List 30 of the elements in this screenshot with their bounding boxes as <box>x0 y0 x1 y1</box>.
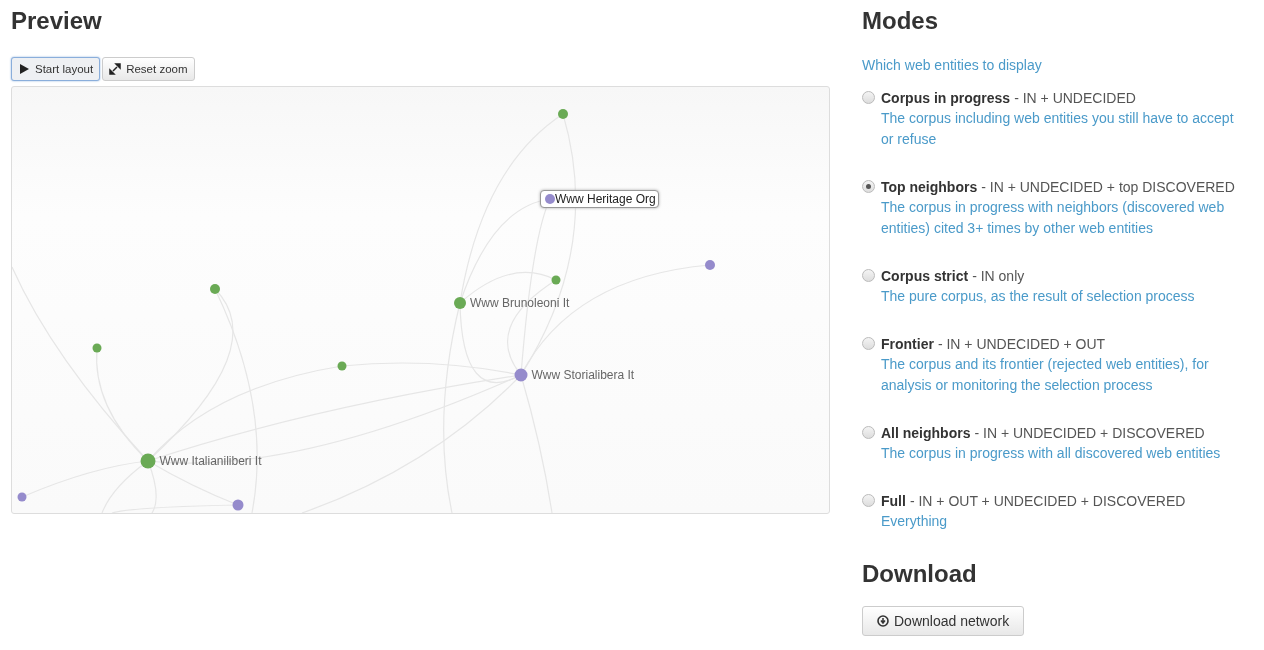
mode-formula: - IN + UNDECIDED + OUT <box>937 336 1106 352</box>
section-heading: Modes <box>862 6 939 36</box>
mode-name: Corpus strict <box>881 268 969 284</box>
node-label: Www Brunoleoni It <box>470 296 570 310</box>
mode-description: The corpus and its frontier (rejected web entities), for analysis or monitoring the selection process <box>881 355 1210 395</box>
download-button[interactable]: Download network <box>862 606 1025 636</box>
mode-description: The corpus in progress with neighbors (discovered web entities) cited 3+ times by other web entities <box>881 198 1226 238</box>
node-label: Www Italianiliberi It <box>159 454 262 468</box>
mode-formula: - IN + UNDECIDED <box>1014 90 1136 106</box>
node-label: Www Storialibera It <box>531 368 635 382</box>
section-heading: Download <box>862 559 978 589</box>
mode-description: The pure corpus, as the result of selection process <box>881 287 1195 306</box>
mode-formula: - IN + UNDECIDED + DISCOVERED <box>974 425 1205 441</box>
mode-name: Corpus in progress <box>881 90 1011 106</box>
mode-name: Full <box>881 493 906 509</box>
toolbar-button[interactable]: Start layout <box>11 57 101 81</box>
mode-name: All neighbors <box>881 425 971 441</box>
mode-description: The corpus in progress with all discovered web entities <box>881 444 1221 463</box>
mode-name: Top neighbors <box>881 179 978 195</box>
section-heading: Preview <box>11 6 103 36</box>
mode-formula: - IN + OUT + UNDECIDED + DISCOVERED <box>909 493 1186 509</box>
node-label: Www Heritage Org <box>540 190 659 208</box>
mode-name: Frontier <box>881 336 934 352</box>
section-subtitle: Which web entities to display <box>862 57 1043 73</box>
mode-formula: - IN only <box>972 268 1025 284</box>
toolbar-button[interactable]: Reset zoom <box>102 57 195 81</box>
mode-description: The corpus including web entities you still have to accept or refuse <box>881 109 1235 149</box>
mode-formula: - IN + UNDECIDED + top DISCOVERED <box>981 179 1235 195</box>
mode-description: Everything <box>881 512 949 531</box>
graph-canvas[interactable]: Www Heritage Org Www Brunoleoni It Www Storialibera It Www Italianiliberi It <box>11 86 830 514</box>
